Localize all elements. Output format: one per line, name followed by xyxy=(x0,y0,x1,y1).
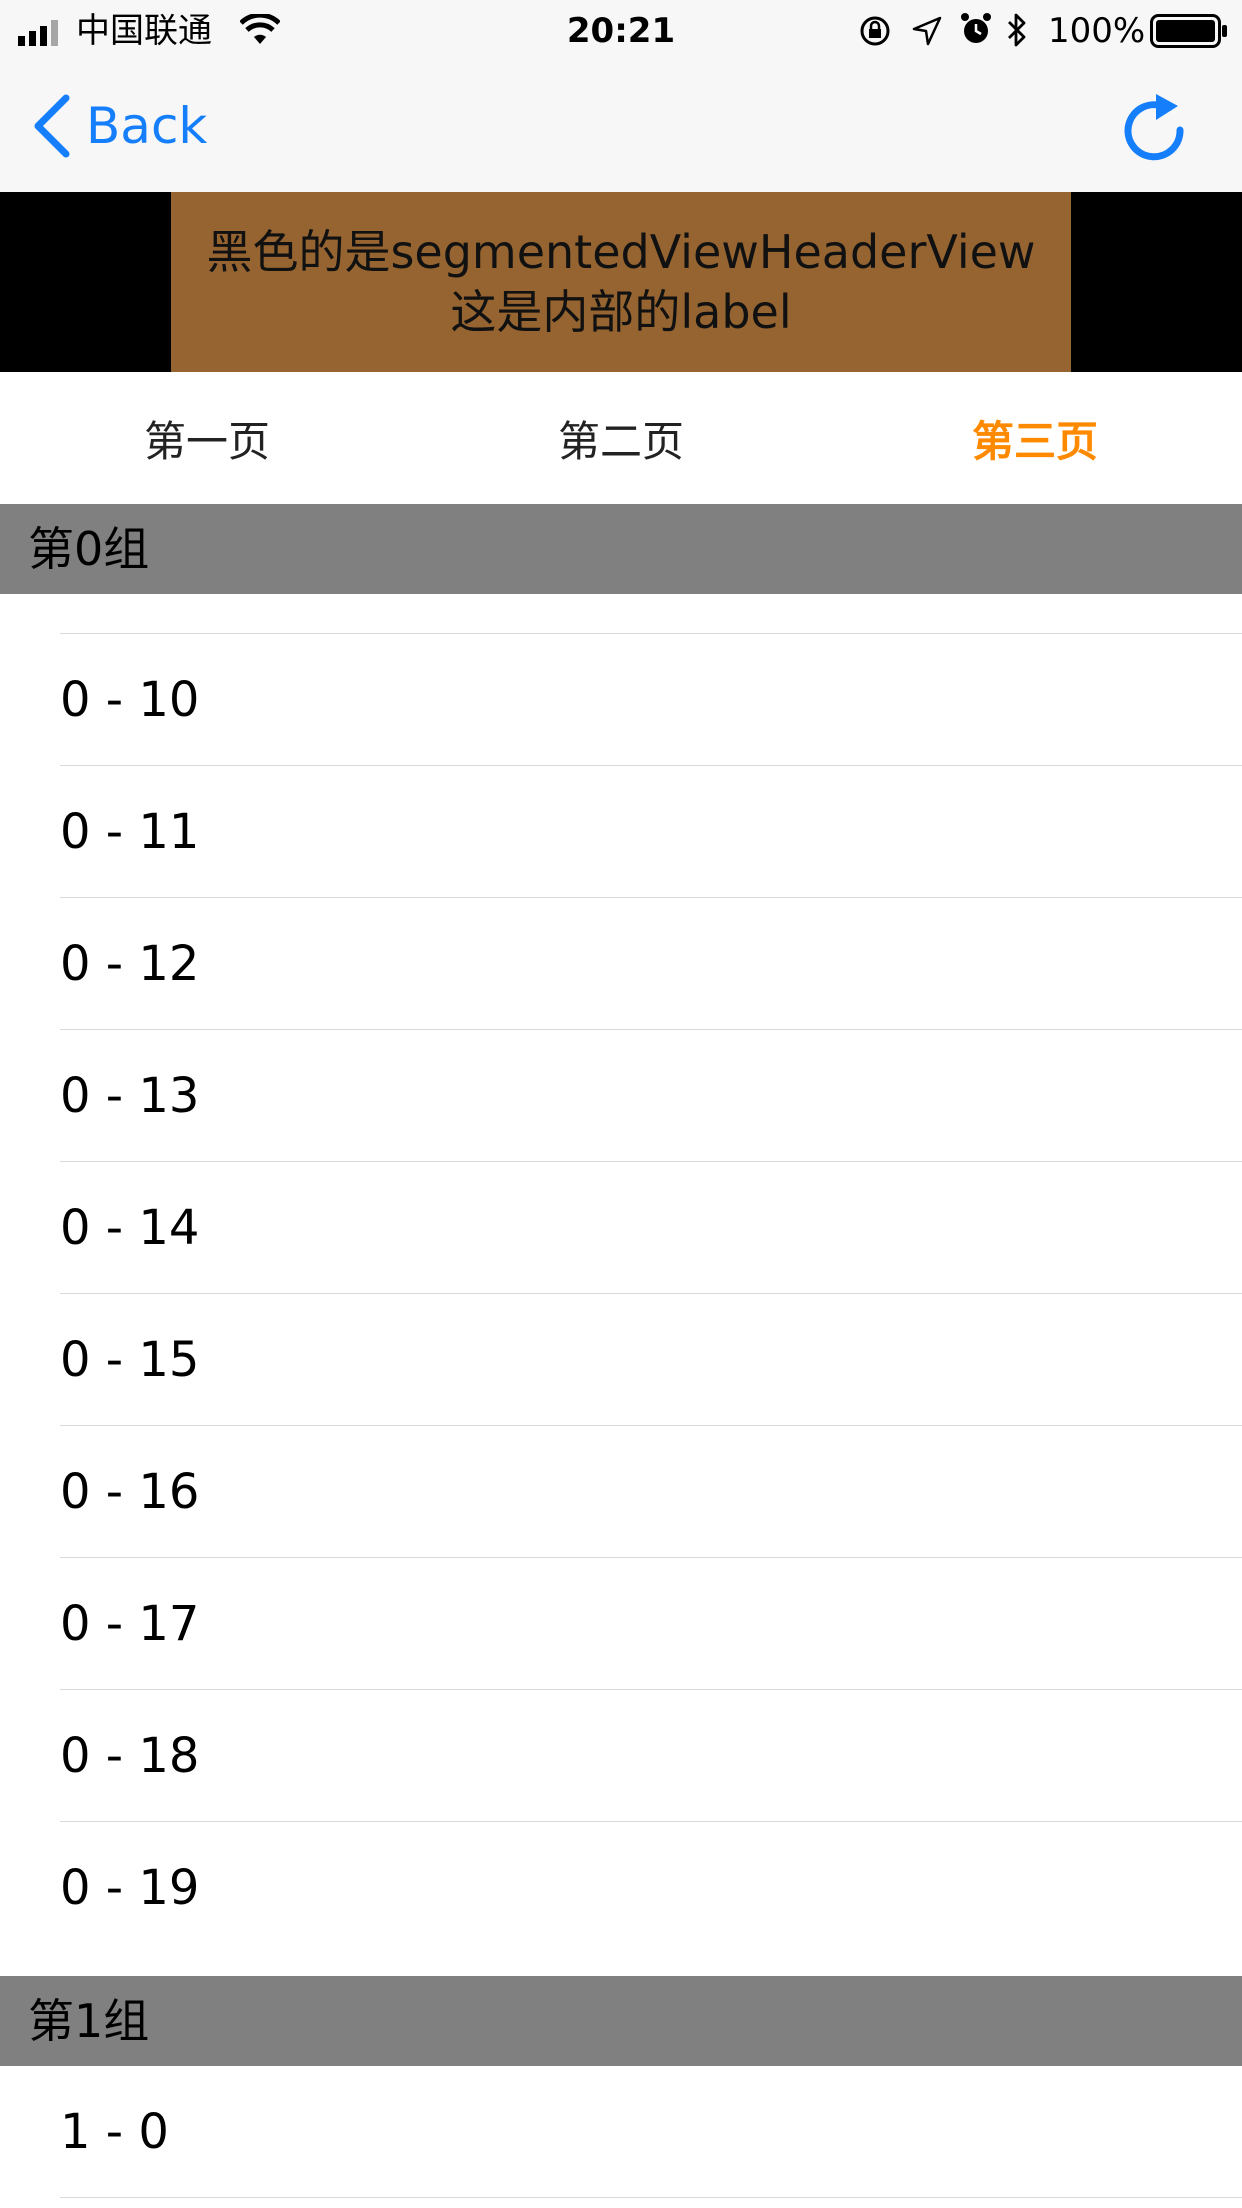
table-row[interactable]: 0 - 10 xyxy=(0,634,1242,766)
back-label: Back xyxy=(86,97,208,155)
tab-label: 第三页 xyxy=(971,416,1098,466)
tab-label: 第一页 xyxy=(143,416,270,466)
row-label: 0 - 15 xyxy=(60,1332,200,1388)
row-label: 0 - 10 xyxy=(60,672,200,728)
table-row[interactable]: 0 - 16 xyxy=(0,1426,1242,1558)
row-label: 0 - 19 xyxy=(60,1860,200,1916)
orientation-lock-icon xyxy=(860,16,890,46)
table-row[interactable]: 0 - 17 xyxy=(0,1558,1242,1690)
row-label: 0 - 11 xyxy=(60,804,200,860)
table-row[interactable]: 0 - 13 xyxy=(0,1030,1242,1162)
section-header: 第0组 xyxy=(0,504,1242,594)
section-title: 第0组 xyxy=(28,522,150,576)
row-label: 0 - 13 xyxy=(60,1068,200,1124)
row-label: 0 - 17 xyxy=(60,1596,200,1652)
tab-page-two[interactable]: 第二页 xyxy=(414,372,828,504)
row-label: 0 - 18 xyxy=(60,1728,200,1784)
table-row[interactable]: 0 - 18 xyxy=(0,1690,1242,1822)
header-label-line2: 这是内部的label xyxy=(450,285,792,339)
battery-percent: 100% xyxy=(1048,11,1146,51)
battery-icon xyxy=(1150,14,1227,48)
bluetooth-icon xyxy=(1008,13,1026,47)
row-separator xyxy=(60,2197,1242,2198)
header-label-line1: 黑色的是segmentedViewHeaderView xyxy=(206,225,1036,279)
row-label: 0 - 12 xyxy=(60,936,200,992)
back-button[interactable]: Back xyxy=(30,90,207,162)
table-view[interactable]: 第0组 0 - 9 0 - 10 0 - 11 0 - 12 0 - 13 0 … xyxy=(0,504,1242,2208)
segmented-tabs: 第一页 第二页 第三页 xyxy=(0,372,1242,504)
header-inner-label: 黑色的是segmentedViewHeaderView 这是内部的label xyxy=(171,192,1071,372)
chevron-left-icon xyxy=(34,94,70,158)
row-label: 0 - 16 xyxy=(60,1464,200,1520)
tab-page-three[interactable]: 第三页 xyxy=(828,372,1242,504)
tab-page-one[interactable]: 第一页 xyxy=(0,372,414,504)
table-row[interactable]: 0 - 19 xyxy=(0,1822,1242,1954)
row-label: 1 - 0 xyxy=(60,2104,169,2160)
table-row[interactable]: 0 - 12 xyxy=(0,898,1242,1030)
status-bar: 中国联通 20:21 100% xyxy=(0,0,1242,62)
location-icon xyxy=(912,16,942,46)
refresh-icon[interactable] xyxy=(1122,92,1190,166)
segmented-header-view: 黑色的是segmentedViewHeaderView 这是内部的label xyxy=(0,192,1242,372)
table-row[interactable]: 0 - 14 xyxy=(0,1162,1242,1294)
section-title: 第1组 xyxy=(28,1994,150,2048)
row-label: 0 - 14 xyxy=(60,1200,200,1256)
alarm-icon xyxy=(961,13,991,43)
table-row[interactable]: 0 - 11 xyxy=(0,766,1242,898)
table-row[interactable]: 0 - 15 xyxy=(0,1294,1242,1426)
table-row[interactable]: 1 - 0 xyxy=(0,2066,1242,2198)
navigation-bar: Back xyxy=(0,62,1242,193)
tab-label: 第二页 xyxy=(557,416,684,466)
section-header: 第1组 xyxy=(0,1976,1242,2066)
